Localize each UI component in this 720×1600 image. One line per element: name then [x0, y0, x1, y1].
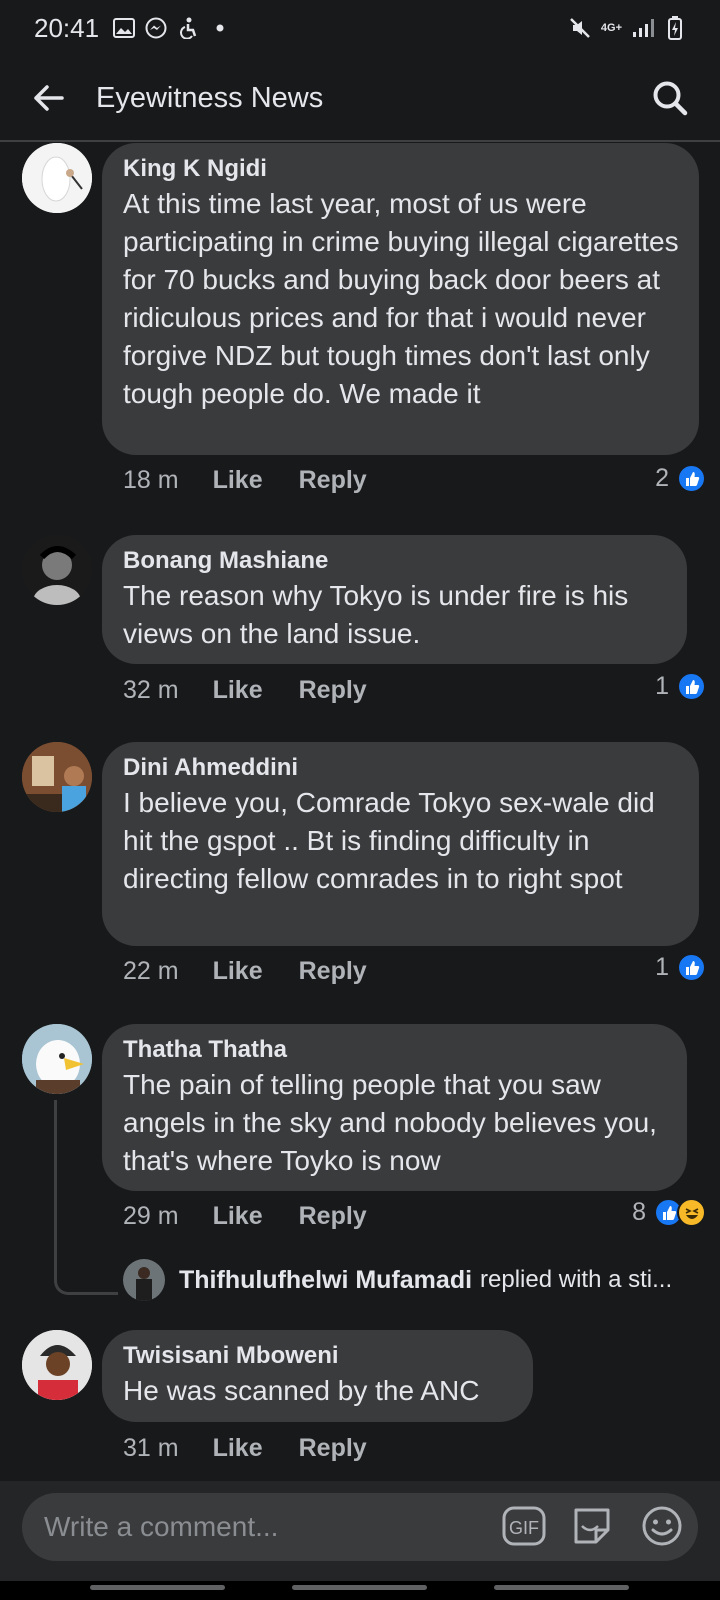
comment-author[interactable]: King K Ngidi	[123, 153, 679, 185]
battery-icon	[664, 16, 686, 40]
comment-author[interactable]: Bonang Mashiane	[123, 545, 667, 577]
comment-bubble[interactable]: Thatha Thatha The pain of telling people…	[102, 1024, 687, 1191]
sticker-button[interactable]	[570, 1504, 614, 1548]
gif-icon: GIF	[502, 1506, 546, 1546]
nav-pill-center[interactable]	[292, 1585, 427, 1590]
page-title: Eyewitness News	[96, 81, 324, 114]
smiley-icon	[642, 1506, 682, 1546]
comment-author[interactable]: Dini Ahmeddini	[123, 752, 679, 784]
reaction-summary[interactable]: 1	[655, 672, 706, 701]
comment-actions: 32 m Like Reply	[123, 676, 367, 705]
gif-button[interactable]: GIF	[502, 1504, 546, 1548]
reply-button[interactable]: Reply	[299, 957, 367, 986]
status-time: 20:41	[34, 12, 100, 43]
comment-text: At this time last year, most of us were …	[123, 188, 679, 409]
comment-text: He was scanned by the ANC	[123, 1375, 480, 1406]
emoji-button[interactable]	[640, 1504, 684, 1548]
mute-icon	[569, 17, 591, 39]
reply-button[interactable]: Reply	[299, 466, 367, 495]
thumbs-up-icon	[677, 464, 706, 493]
search-button[interactable]	[646, 74, 694, 122]
avatar[interactable]	[22, 1024, 92, 1094]
reply-button[interactable]: Reply	[299, 1434, 367, 1463]
comment-time[interactable]: 18 m	[123, 466, 179, 495]
notification-icons	[113, 17, 231, 39]
messenger-icon	[145, 17, 167, 39]
reaction-summary[interactable]: 1	[655, 953, 706, 982]
reaction-count: 1	[655, 953, 669, 981]
like-button[interactable]: Like	[213, 1434, 263, 1463]
reply-button[interactable]: Reply	[299, 676, 367, 705]
avatar[interactable]	[22, 1330, 92, 1400]
gallery-icon	[113, 17, 136, 39]
avatar[interactable]	[22, 143, 92, 213]
comment-time[interactable]: 32 m	[123, 676, 179, 705]
avatar[interactable]	[22, 742, 92, 812]
signal-icon	[632, 17, 654, 39]
comment-text: The pain of telling people that you saw …	[123, 1069, 657, 1176]
nav-pill-right[interactable]	[494, 1585, 629, 1590]
comment-bubble[interactable]: Bonang Mashiane The reason why Tokyo is …	[102, 535, 687, 664]
reply-note: replied with a sti...	[480, 1266, 673, 1293]
reaction-count: 8	[632, 1198, 646, 1226]
like-button[interactable]: Like	[213, 466, 263, 495]
thumbs-up-icon	[677, 672, 706, 701]
reply-button[interactable]: Reply	[299, 1202, 367, 1231]
comment-time[interactable]: 22 m	[123, 957, 179, 986]
comment-input-placeholder: Write a comment...	[44, 1511, 279, 1542]
comment-text: I believe you, Comrade Tokyo sex-wale di…	[123, 787, 655, 894]
comment-time[interactable]: 31 m	[123, 1434, 179, 1463]
reaction-count: 1	[655, 672, 669, 700]
comments-feed[interactable]: King K Ngidi At this time last year, mos…	[0, 143, 720, 1481]
thumbs-up-icon	[677, 953, 706, 982]
comment-author[interactable]: Twisisani Mboweni	[123, 1340, 513, 1372]
reply-preview[interactable]: Thifhulufhelwi Mufamadi replied with a s…	[123, 1259, 672, 1301]
comment-author[interactable]: Thatha Thatha	[123, 1034, 667, 1066]
comment-actions: 22 m Like Reply	[123, 957, 367, 986]
reaction-count: 2	[655, 464, 669, 492]
comment-bubble[interactable]: Dini Ahmeddini I believe you, Comrade To…	[102, 742, 699, 946]
avatar[interactable]	[22, 535, 92, 605]
like-button[interactable]: Like	[213, 1202, 263, 1231]
dot-icon	[209, 17, 231, 39]
comment-actions: 31 m Like Reply	[123, 1434, 367, 1463]
reaction-summary[interactable]: 2	[655, 464, 706, 493]
network-type: 4G+	[600, 22, 622, 34]
reaction-summary[interactable]: 8	[632, 1198, 706, 1227]
comment-actions: 29 m Like Reply	[123, 1202, 367, 1231]
svg-text:GIF: GIF	[509, 1518, 539, 1538]
comment-bubble[interactable]: King K Ngidi At this time last year, mos…	[102, 143, 699, 455]
reply-thread-line	[54, 1100, 118, 1295]
search-icon	[653, 81, 688, 116]
arrow-left-icon	[34, 85, 64, 111]
status-bar: 20:41 4G+	[0, 0, 720, 56]
like-button[interactable]: Like	[213, 957, 263, 986]
haha-icon	[677, 1198, 706, 1227]
reply-author[interactable]: Thifhulufhelwi Mufamadi	[179, 1266, 472, 1295]
comment-bubble[interactable]: Twisisani Mboweni He was scanned by the …	[102, 1330, 533, 1422]
back-button[interactable]	[24, 73, 74, 123]
accessibility-icon	[177, 17, 199, 39]
sticker-icon	[574, 1508, 610, 1544]
system-nav-bar	[0, 1581, 720, 1600]
comment-time[interactable]: 29 m	[123, 1202, 179, 1231]
nav-pill-left[interactable]	[90, 1585, 225, 1590]
comment-actions: 18 m Like Reply	[123, 466, 367, 495]
reply-avatar[interactable]	[123, 1259, 165, 1301]
like-button[interactable]: Like	[213, 676, 263, 705]
app-header: Eyewitness News	[0, 56, 720, 142]
comment-text: The reason why Tokyo is under fire is hi…	[123, 580, 629, 649]
